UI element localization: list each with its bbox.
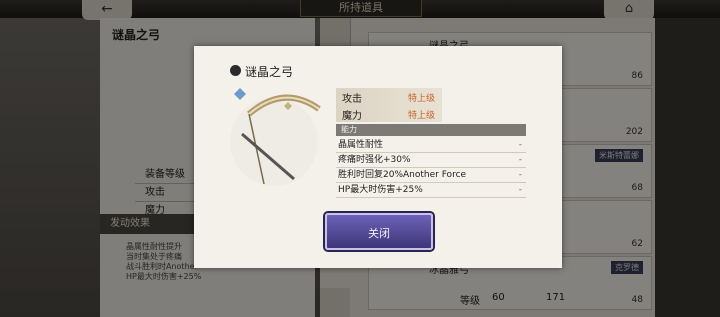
stat-label: 攻击 — [342, 94, 362, 105]
item-info-modal: 谜晶之弓 攻击 特上级 魔力 特上级 能力 晶属性耐性 - 疼痛时强化+30% … — [194, 46, 562, 268]
ability-text: 疼痛时强化+30% — [338, 155, 411, 165]
ability-row: 晶属性耐性 - — [336, 138, 526, 153]
ability-row: HP最大时伤害+25% - — [336, 183, 526, 198]
stat-attack: 攻击 特上级 — [336, 88, 442, 105]
stat-value: 特上级 — [408, 94, 436, 104]
ability-row: 胜利时回复20%Another Force - — [336, 168, 526, 183]
ability-value: - — [518, 140, 522, 150]
bow-image — [230, 88, 321, 186]
ability-text: HP最大时伤害+25% — [338, 185, 423, 195]
ability-text: 晶属性耐性 — [338, 140, 384, 150]
stat-magic: 魔力 特上级 — [336, 105, 442, 122]
ability-value: - — [518, 170, 522, 180]
stat-value: 特上级 — [408, 111, 436, 121]
stat-label: 魔力 — [342, 111, 362, 122]
close-button[interactable]: 关闭 — [325, 213, 433, 250]
modal-title: 谜晶之弓 — [245, 65, 294, 79]
ability-text: 胜利时回复20%Another Force — [338, 170, 467, 180]
ability-value: - — [518, 185, 522, 195]
ability-value: - — [518, 155, 522, 165]
ability-row: 疼痛时强化+30% - — [336, 153, 526, 168]
item-type-icon — [230, 65, 241, 76]
ability-header: 能力 — [336, 124, 526, 136]
